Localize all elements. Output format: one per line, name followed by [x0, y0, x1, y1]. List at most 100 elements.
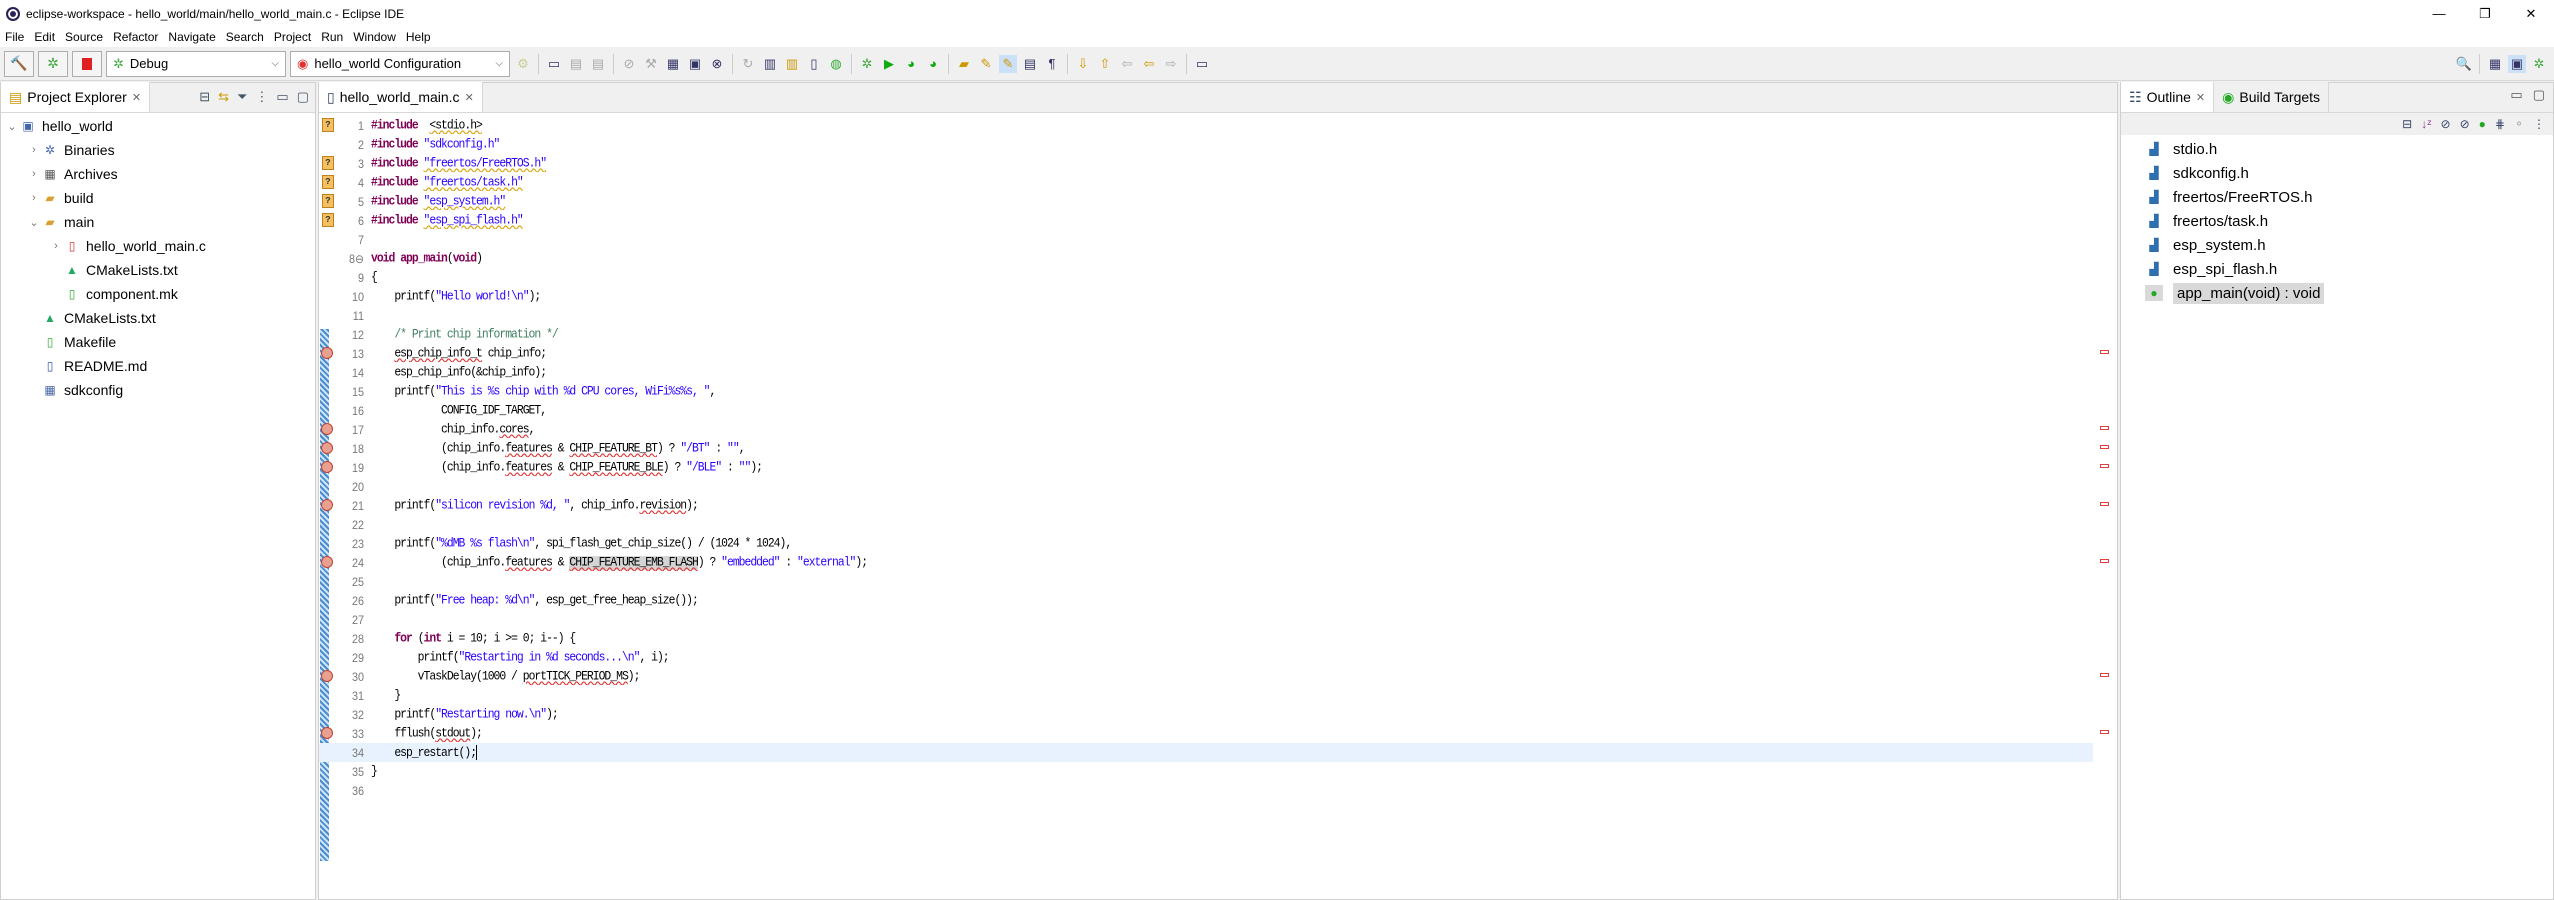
minimize-icon[interactable]: ▭ [2510, 87, 2522, 103]
new-folder-icon[interactable]: ▥ [783, 55, 801, 73]
new-icon[interactable]: ▭ [545, 55, 563, 73]
code-line[interactable]: 25 [319, 572, 2093, 591]
code-line[interactable]: 15 printf("This is %s chip with %d CPU c… [319, 382, 2093, 401]
binary-icon[interactable]: ▦ [664, 55, 682, 73]
error-marker-icon[interactable] [321, 670, 333, 682]
code-line[interactable]: 30 vTaskDelay(1000 / portTICK_PERIOD_MS)… [319, 667, 2093, 686]
code-line[interactable]: 9{ [319, 268, 2093, 287]
open-perspective-icon[interactable]: ▦ [2486, 55, 2504, 73]
tree-item[interactable]: › ▰ build [1, 186, 315, 210]
launch-config-select[interactable]: ◉ hello_world Configuration ⌵ [290, 50, 510, 77]
tree-item[interactable]: › ▦ Archives [1, 162, 315, 186]
launch-mode-select[interactable]: ✲ Debug ⌵ [106, 50, 286, 77]
chevron-right-icon[interactable]: › [27, 144, 41, 156]
search-icon[interactable]: 🔍 [2455, 55, 2473, 73]
hide-macros-icon[interactable]: ⋕ [2495, 117, 2505, 131]
code-line[interactable]: 19 (chip_info.features & CHIP_FEATURE_BL… [319, 458, 2093, 477]
tree-item[interactable]: ▲ CMakeLists.txt [1, 306, 315, 330]
filter-icon[interactable]: ⏷ [237, 89, 247, 105]
code-line[interactable]: 36 [319, 781, 2093, 800]
last-edit-icon[interactable]: ⇦ [1118, 55, 1136, 73]
tree-item[interactable]: › ✲ Binaries [1, 138, 315, 162]
menu-window[interactable]: Window [348, 30, 401, 44]
debug-launch-button[interactable]: ✲ [38, 50, 68, 77]
code-line[interactable]: 32 printf("Restarting now.\n"); [319, 705, 2093, 724]
menu-search[interactable]: Search [221, 30, 269, 44]
menu-edit[interactable]: Edit [29, 30, 60, 44]
code-line[interactable]: 18 (chip_info.features & CHIP_FEATURE_BT… [319, 439, 2093, 458]
error-overview-marker[interactable] [2100, 426, 2109, 430]
warning-marker-icon[interactable]: ? [322, 175, 334, 189]
error-overview-marker[interactable] [2100, 730, 2109, 734]
close-button[interactable]: ✕ [2508, 0, 2554, 27]
outline-item[interactable]: ▟ freertos/FreeRTOS.h [2121, 185, 2553, 209]
code-line[interactable]: 20 [319, 477, 2093, 496]
error-marker-icon[interactable] [321, 442, 333, 454]
build-button[interactable]: 🔨 [4, 50, 34, 77]
view-menu-icon[interactable]: ⋮ [255, 89, 268, 105]
chevron-right-icon[interactable]: › [49, 240, 63, 252]
target-icon[interactable]: ⊘ [620, 55, 638, 73]
warning-marker-icon[interactable]: ? [322, 118, 334, 132]
collapse-all-icon[interactable]: ⊟ [2402, 117, 2412, 131]
terminal-icon[interactable]: ▣ [686, 55, 704, 73]
tree-item[interactable]: ▲ CMakeLists.txt [1, 258, 315, 282]
error-overview-marker[interactable] [2100, 502, 2109, 506]
error-marker-icon[interactable] [321, 423, 333, 435]
tree-item[interactable]: ▯ component.mk [1, 282, 315, 306]
code-line[interactable]: 33 fflush(stdout); [319, 724, 2093, 743]
previous-annotation-icon[interactable]: ⇧ [1096, 55, 1114, 73]
tree-item[interactable]: ⌄ ▰ main [1, 210, 315, 234]
code-line[interactable]: 27 [319, 610, 2093, 629]
outline-item[interactable]: ▟ sdkconfig.h [2121, 161, 2553, 185]
code-line[interactable]: 22 [319, 515, 2093, 534]
error-marker-icon[interactable] [321, 556, 333, 568]
sort-icon[interactable]: ↓ᶻ [2421, 117, 2431, 131]
chevron-down-icon[interactable]: ⌄ [27, 216, 41, 229]
error-overview-marker[interactable] [2100, 464, 2109, 468]
outline-item[interactable]: ▟ esp_spi_flash.h [2121, 257, 2553, 281]
code-line[interactable]: 23 printf("%dMB %s flash\n", spi_flash_g… [319, 534, 2093, 553]
overview-ruler[interactable] [2093, 114, 2117, 899]
code-line[interactable]: 14 esp_chip_info(&chip_info); [319, 363, 2093, 382]
collapse-all-icon[interactable]: ⊟ [199, 89, 210, 105]
code-editor[interactable]: ? 1 #include <stdio.h> 2 #include "sdkconfig… [319, 114, 2117, 899]
error-overview-marker[interactable] [2100, 559, 2109, 563]
forward-icon[interactable]: ⇨ [1162, 55, 1180, 73]
menu-file[interactable]: File [0, 30, 29, 44]
new-c-project-icon[interactable]: ▥ [761, 55, 779, 73]
tree-item[interactable]: › ▯ hello_world_main.c [1, 234, 315, 258]
menu-navigate[interactable]: Navigate [163, 30, 220, 44]
tree-item[interactable]: ⌄ ▣ hello_world [1, 114, 315, 138]
close-icon[interactable]: ✕ [132, 91, 141, 104]
group-icon[interactable]: ⚬ [2514, 117, 2524, 131]
warning-marker-icon[interactable]: ? [322, 213, 334, 227]
restore-button[interactable]: ❐ [2462, 0, 2508, 27]
hide-static-icon[interactable]: ⊘ [2460, 117, 2470, 131]
code-line[interactable]: 34 esp_restart(); [319, 743, 2093, 762]
tab-build-targets[interactable]: ◉ Build Targets [2214, 82, 2330, 112]
warning-marker-icon[interactable]: ? [322, 194, 334, 208]
pen-icon[interactable]: ✎ [977, 55, 995, 73]
minimize-icon[interactable]: ▭ [276, 89, 288, 105]
show-whitespace-icon[interactable]: ¶ [1043, 55, 1061, 73]
outline-item[interactable]: ● app_main(void) : void [2121, 281, 2553, 305]
code-line[interactable]: 35} [319, 762, 2093, 781]
code-line[interactable]: 31 } [319, 686, 2093, 705]
chevron-right-icon[interactable]: › [27, 168, 41, 180]
code-line[interactable]: 12 /* Print chip information */ [319, 325, 2093, 344]
tab-project-explorer[interactable]: ▤ Project Explorer ✕ [1, 82, 151, 112]
maximize-icon[interactable]: ▢ [2533, 87, 2545, 103]
code-line[interactable]: ? 5 #include "esp_system.h" [319, 192, 2093, 211]
hide-non-public-icon[interactable]: ● [2479, 117, 2486, 131]
code-line[interactable]: 28 for (int i = 10; i >= 0; i--) { [319, 629, 2093, 648]
next-annotation-icon[interactable]: ⇩ [1074, 55, 1092, 73]
open-folder-icon[interactable]: ▰ [955, 55, 973, 73]
pin-icon[interactable]: ▭ [1193, 55, 1211, 73]
error-marker-icon[interactable] [321, 499, 333, 511]
debug-icon[interactable]: ✲ [858, 55, 876, 73]
code-line[interactable]: 29 printf("Restarting in %d seconds...\n… [319, 648, 2093, 667]
error-marker-icon[interactable] [321, 727, 333, 739]
menu-help[interactable]: Help [401, 30, 436, 44]
code-line[interactable]: ? 4 #include "freertos/task.h" [319, 173, 2093, 192]
